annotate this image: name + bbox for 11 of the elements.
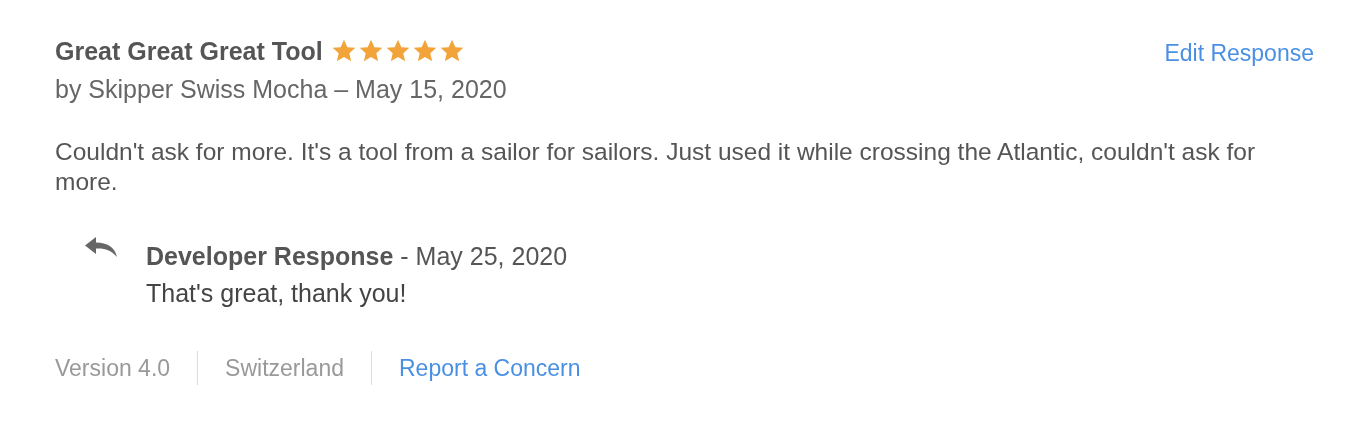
response-text: That's great, thank you! — [146, 279, 408, 308]
report-concern-link[interactable]: Report a Concern — [399, 354, 581, 382]
response-heading: Developer Response — [146, 242, 394, 270]
footer-info: Switzerland — [225, 354, 344, 382]
review-byline: by Skipper Swiss Mocha – May 15, 2020 — [55, 75, 507, 104]
response-date: - May 25, 2020 — [400, 242, 568, 270]
reply-arrow-icon — [84, 236, 118, 258]
review-title: Great Great Great Tool — [55, 36, 323, 66]
edit-response-link[interactable]: Edit Response — [1164, 40, 1314, 67]
review-text: Couldn't ask for more. It's a tool from a sailor for sailors. Just used it while crossing the Atlantic, couldn't ask for more. — [55, 137, 1257, 197]
footer-info: Version 4.0 — [55, 354, 171, 382]
